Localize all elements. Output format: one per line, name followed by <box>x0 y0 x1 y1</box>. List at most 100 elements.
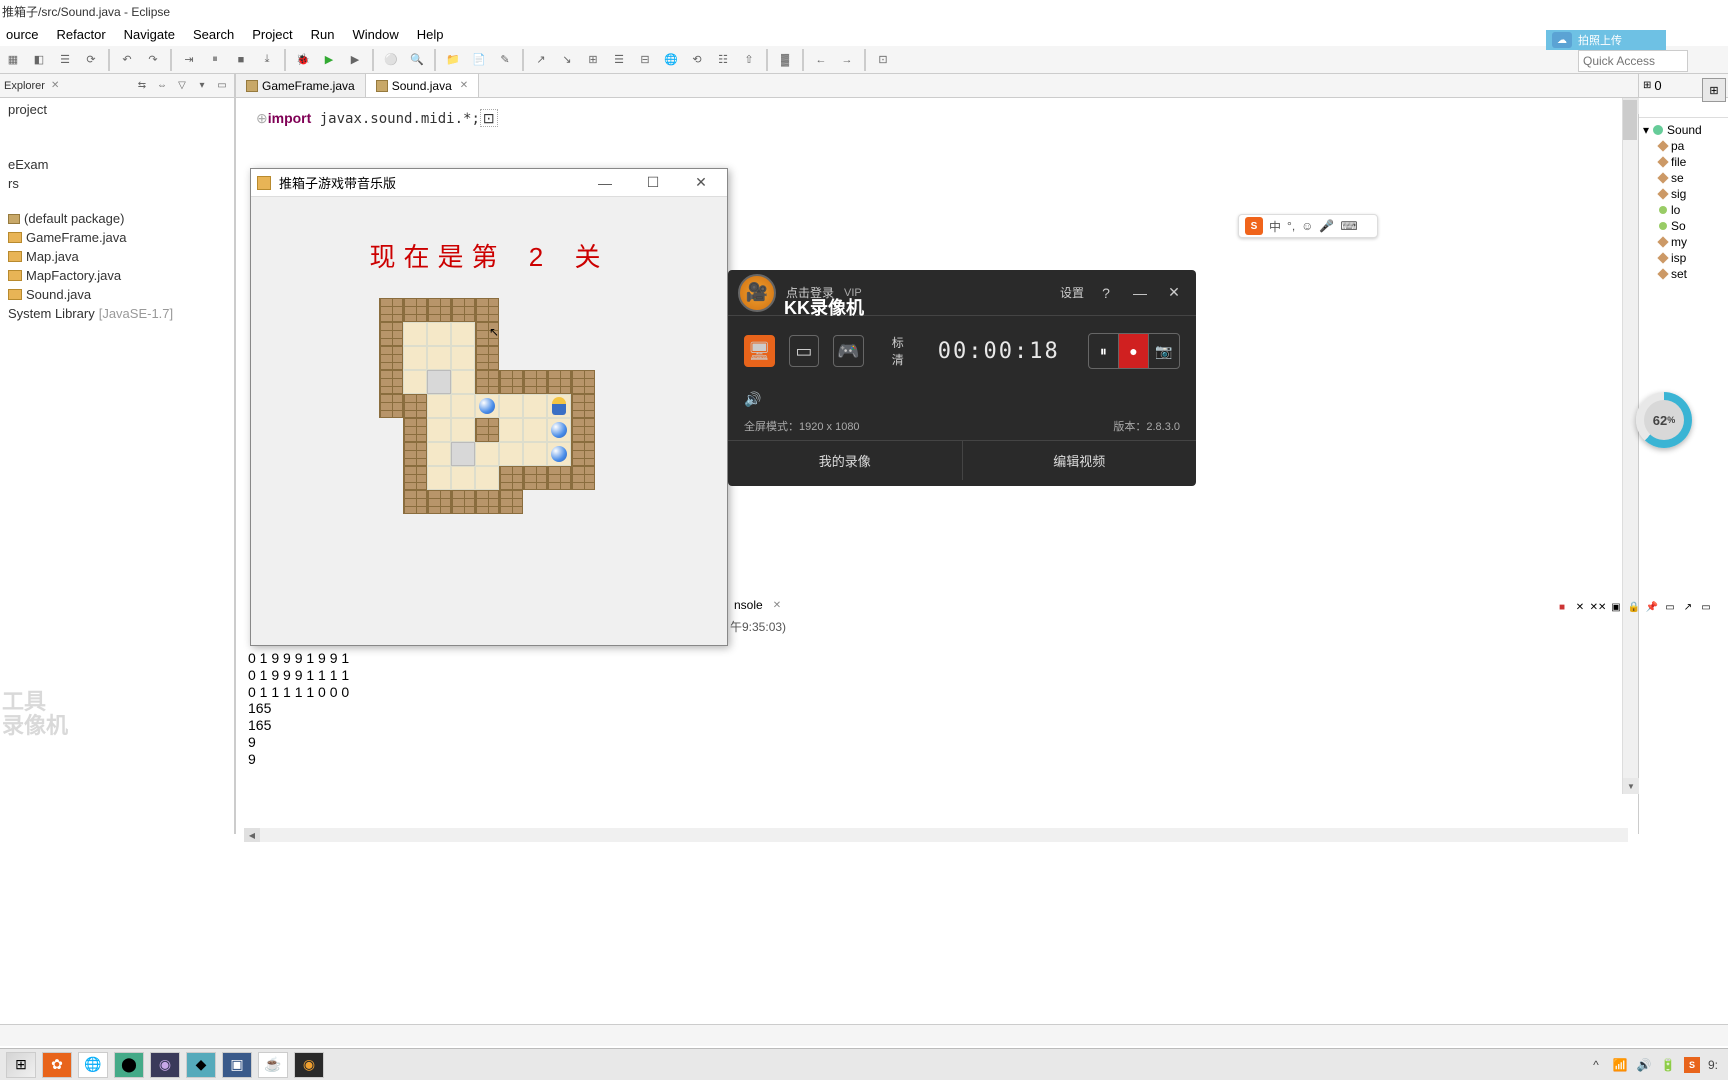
volume-icon[interactable]: 🔊 <box>744 391 761 408</box>
collapse-icon[interactable]: ⇆ <box>134 78 150 94</box>
editor-tab-sound[interactable]: Sound.java ✕ <box>366 74 479 97</box>
minimize-icon[interactable]: — <box>1128 281 1152 305</box>
toolbar-pause[interactable]: ⏸ <box>204 49 226 71</box>
outline-field[interactable]: file <box>1641 154 1726 170</box>
toolbar-btn[interactable]: ↷ <box>142 49 164 71</box>
toolbar-btn[interactable]: ◧ <box>28 49 50 71</box>
outline-field[interactable]: isp <box>1641 250 1726 266</box>
menu-project[interactable]: Project <box>246 25 298 44</box>
menu-source[interactable]: ource <box>0 25 45 44</box>
taskbar-app[interactable]: ✿ <box>42 1052 72 1078</box>
taskbar-eclipse[interactable]: ◉ <box>150 1052 180 1078</box>
toolbar-stop[interactable]: ■ <box>230 49 252 71</box>
game-titlebar[interactable]: 推箱子游戏带音乐版 — ☐ ✕ <box>251 169 727 197</box>
menu-search[interactable]: Search <box>187 25 240 44</box>
toolbar-btn[interactable]: ▓ <box>774 49 796 71</box>
taskbar-app[interactable]: 🌐 <box>78 1052 108 1078</box>
ime-lang[interactable]: 中 <box>1269 218 1281 235</box>
close-icon[interactable]: ✕ <box>460 80 468 91</box>
toolbar-btn[interactable]: ☰ <box>608 49 630 71</box>
display-icon[interactable]: ▭ <box>1662 599 1678 615</box>
toolbar-btn[interactable]: ⊞ <box>582 49 604 71</box>
ime-mic-icon[interactable]: 🎤 <box>1319 219 1334 233</box>
toolbar-btn[interactable]: ☷ <box>712 49 734 71</box>
menu-navigate[interactable]: Navigate <box>118 25 181 44</box>
tray-expand-icon[interactable]: ^ <box>1588 1057 1604 1073</box>
progress-widget[interactable]: 62% <box>1636 392 1692 448</box>
remove-all-icon[interactable]: ✕✕ <box>1590 599 1606 615</box>
tree-item[interactable]: GameFrame.java <box>0 228 234 247</box>
wifi-icon[interactable]: 📶 <box>1612 1057 1628 1073</box>
ime-keyboard-icon[interactable]: ⌨ <box>1340 219 1357 233</box>
remove-icon[interactable]: ✕ <box>1572 599 1588 615</box>
close-icon[interactable]: ✕ <box>773 600 781 611</box>
taskbar-java[interactable]: ☕ <box>258 1052 288 1078</box>
screenshot-button[interactable]: 📷 <box>1149 334 1179 368</box>
toolbar-btn[interactable]: ⊟ <box>634 49 656 71</box>
outline-field[interactable]: pa <box>1641 138 1726 154</box>
scroll-lock-icon[interactable]: 🔒 <box>1626 599 1642 615</box>
ime-emoji-icon[interactable]: ☺ <box>1301 219 1313 233</box>
start-button[interactable]: ⊞ <box>6 1052 36 1078</box>
outline-class[interactable]: ▾ Sound <box>1641 122 1726 138</box>
stop-record-button[interactable]: ● <box>1119 334 1149 368</box>
mode-window-button[interactable]: ▭ <box>789 335 820 367</box>
toolbar-btn[interactable]: ⇧ <box>738 49 760 71</box>
ime-tray-icon[interactable]: S <box>1684 1057 1700 1073</box>
toolbar-btn[interactable]: ⟲ <box>686 49 708 71</box>
scroll-down-icon[interactable]: ▼ <box>1623 778 1639 794</box>
toolbar-btn[interactable]: ↶ <box>116 49 138 71</box>
settings-link[interactable]: 设置 <box>1060 284 1084 301</box>
outline-field[interactable]: set <box>1641 266 1726 282</box>
toolbar-forward[interactable]: → <box>836 49 858 71</box>
outline-field[interactable]: se <box>1641 170 1726 186</box>
menu-window[interactable]: Window <box>347 25 405 44</box>
toolbar-btn[interactable]: ↘ <box>556 49 578 71</box>
taskbar-app[interactable]: ◆ <box>186 1052 216 1078</box>
close-icon[interactable]: ✕ <box>1162 281 1186 305</box>
link-icon[interactable]: ⇔ <box>154 78 170 94</box>
menu-help[interactable]: Help <box>411 25 450 44</box>
close-icon[interactable]: ✕ <box>51 80 59 91</box>
perspective-button[interactable]: ⊞ <box>1702 78 1726 102</box>
clock[interactable]: 9: <box>1708 1058 1718 1072</box>
menu-run[interactable]: Run <box>305 25 341 44</box>
tree-item[interactable]: eExam <box>0 155 234 174</box>
minimize-icon[interactable]: ▭ <box>214 78 230 94</box>
cloud-upload-button[interactable]: ☁ 拍照上传 <box>1546 30 1666 50</box>
volume-icon[interactable]: 🔊 <box>1636 1057 1652 1073</box>
tree-item[interactable]: Map.java <box>0 247 234 266</box>
scroll-thumb[interactable] <box>1623 100 1637 140</box>
editor-hscroll[interactable]: ◀ <box>244 828 1628 842</box>
maximize-button[interactable]: ☐ <box>633 169 673 197</box>
toolbar-btn[interactable]: ☰ <box>54 49 76 71</box>
toolbar-skip[interactable]: ⇥ <box>178 49 200 71</box>
toolbar-btn[interactable]: ⊡ <box>872 49 894 71</box>
minimize-button[interactable]: — <box>585 169 625 197</box>
outline-field[interactable]: my <box>1641 234 1726 250</box>
taskbar-recorder[interactable]: ◉ <box>294 1052 324 1078</box>
tree-item[interactable]: rs <box>0 174 234 193</box>
pin-icon[interactable]: 📌 <box>1644 599 1660 615</box>
toolbar-btn[interactable]: ✎ <box>494 49 516 71</box>
toolbar-btn[interactable]: 🔍 <box>406 49 428 71</box>
close-button[interactable]: ✕ <box>681 169 721 197</box>
toolbar-debug[interactable]: 🐞 <box>292 49 314 71</box>
editor-tab-gameframe[interactable]: GameFrame.java <box>236 74 366 97</box>
toolbar-btn[interactable]: ⚪ <box>380 49 402 71</box>
menu-icon[interactable]: ▾ <box>194 78 210 94</box>
taskbar-app[interactable]: ▣ <box>222 1052 252 1078</box>
toolbar-back[interactable]: ← <box>810 49 832 71</box>
battery-icon[interactable]: 🔋 <box>1660 1057 1676 1073</box>
toolbar-run[interactable]: ▶ <box>318 49 340 71</box>
tree-item[interactable]: MapFactory.java <box>0 266 234 285</box>
toolbar-btn[interactable]: ▦ <box>2 49 24 71</box>
recorder-header[interactable]: 🎥 点击登录 VIP 设置 ? — ✕ KK录像机 <box>728 270 1196 316</box>
tree-item[interactable]: Sound.java <box>0 285 234 304</box>
toolbar-btn[interactable]: ↗ <box>530 49 552 71</box>
filter-icon[interactable]: ▽ <box>174 78 190 94</box>
quick-access-input[interactable] <box>1578 50 1688 72</box>
ime-punct-icon[interactable]: °, <box>1287 219 1295 233</box>
help-icon[interactable]: ? <box>1094 281 1118 305</box>
outline-field[interactable]: sig <box>1641 186 1726 202</box>
